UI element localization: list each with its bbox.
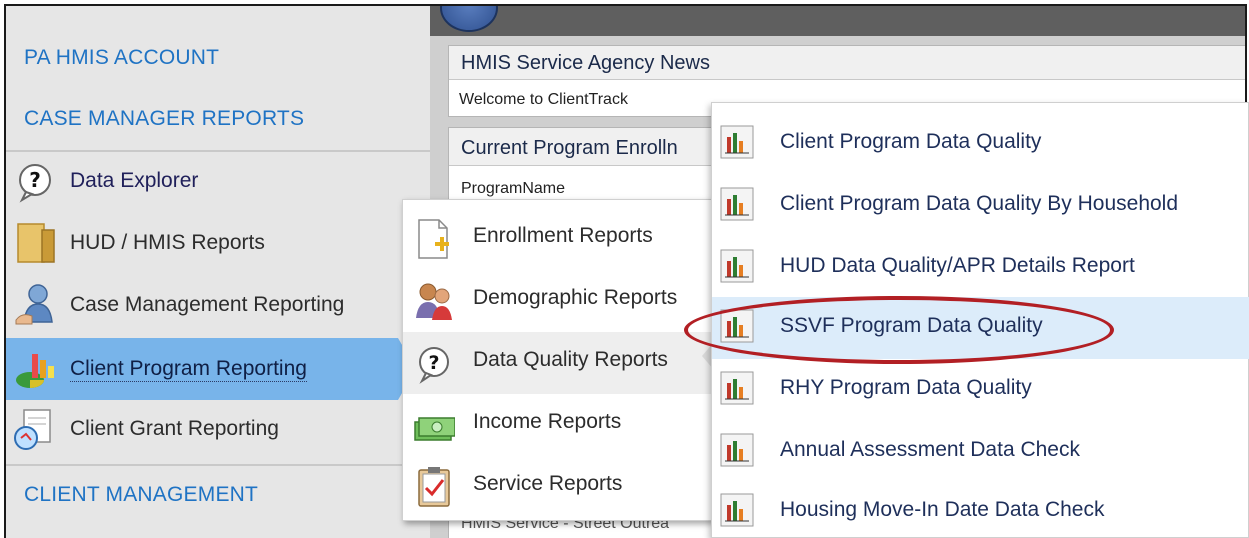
sidebar: PA HMIS ACCOUNT CASE MANAGER REPORTS ? D… <box>6 6 430 538</box>
column-header-program-name[interactable]: ProgramName <box>461 180 565 198</box>
report-item-client-program-data-quality[interactable]: Client Program Data Quality <box>712 113 1249 175</box>
sidebar-item-case-management-reporting[interactable]: Case Management Reporting <box>6 274 430 336</box>
bar-chart-icon <box>720 433 754 467</box>
news-title: HMIS Service Agency News <box>449 46 1245 80</box>
sidebar-heading-case-manager-reports[interactable]: CASE MANAGER REPORTS <box>24 107 304 131</box>
report-item-label: Client Program Data Quality <box>780 130 1042 153</box>
bar-chart-icon <box>720 249 754 283</box>
report-item-label: SSVF Program Data Quality <box>780 314 1043 337</box>
sidebar-item-data-explorer[interactable]: ? Data Explorer <box>6 150 430 212</box>
submenu-item-demographic-reports[interactable]: Demographic Reports <box>403 270 713 332</box>
submenu-item-data-quality-reports[interactable]: ? Data Quality Reports <box>403 332 713 394</box>
bar-chart-icon <box>720 493 754 527</box>
pie-chart-icon <box>16 354 54 388</box>
submenu-item-service-reports[interactable]: Service Reports <box>403 456 713 518</box>
sidebar-item-label: Client Program Reporting <box>70 356 307 382</box>
sidebar-item-client-grant-reporting[interactable]: Client Grant Reporting <box>6 398 430 460</box>
submenu-item-enrollment-reports[interactable]: Enrollment Reports <box>403 208 713 270</box>
report-menu: Client Program Data Quality Client Progr… <box>711 102 1249 538</box>
money-icon <box>414 417 455 441</box>
bar-chart-icon <box>720 309 754 343</box>
question-bubble-icon: ? <box>19 164 51 203</box>
report-item-label: HUD Data Quality/APR Details Report <box>780 254 1135 277</box>
report-item-label: RHY Program Data Quality <box>780 376 1032 399</box>
sidebar-item-label: Case Management Reporting <box>70 293 345 316</box>
data-quality-submenu: Enrollment Reports Demographic Reports ?… <box>402 199 713 521</box>
sidebar-heading-client-management[interactable]: CLIENT MANAGEMENT <box>24 483 258 507</box>
report-item-label: Housing Move-In Date Data Check <box>780 498 1105 521</box>
question-bubble-icon: ? <box>419 347 449 384</box>
folder-icon <box>17 223 55 263</box>
document-add-icon <box>418 219 449 259</box>
people-icon <box>416 283 452 320</box>
sidebar-item-label: Client Grant Reporting <box>70 417 279 440</box>
report-item-ssvf-program-data-quality[interactable]: SSVF Program Data Quality <box>712 297 1249 359</box>
report-item-label: Client Program Data Quality By Household <box>780 192 1179 215</box>
sidebar-item-label: HUD / HMIS Reports <box>70 231 265 254</box>
report-item-client-program-data-quality-by-household[interactable]: Client Program Data Quality By Household <box>712 175 1249 237</box>
sidebar-item-client-program-reporting[interactable]: Client Program Reporting <box>6 338 416 400</box>
news-body: Welcome to ClientTrack <box>459 91 628 108</box>
sidebar-divider <box>6 464 430 466</box>
submenu-item-label: Service Reports <box>473 472 623 495</box>
sidebar-item-hud-hmis-reports[interactable]: HUD / HMIS Reports <box>6 212 430 274</box>
bar-chart-icon <box>720 371 754 405</box>
grant-report-icon <box>14 409 51 450</box>
bar-chart-icon <box>720 187 754 221</box>
sidebar-item-label: Data Explorer <box>70 169 199 192</box>
svg-text:?: ? <box>428 352 439 374</box>
person-handshake-icon <box>15 284 53 325</box>
submenu-item-income-reports[interactable]: Income Reports <box>403 394 713 456</box>
bar-chart-icon <box>720 125 754 159</box>
clipboard-check-icon <box>418 467 450 507</box>
report-item-housing-move-in-date-data-check[interactable]: Housing Move-In Date Data Check <box>712 481 1249 538</box>
report-item-annual-assessment-data-check[interactable]: Annual Assessment Data Check <box>712 421 1249 483</box>
report-item-rhy-program-data-quality[interactable]: RHY Program Data Quality <box>712 359 1249 421</box>
submenu-item-label: Demographic Reports <box>473 286 678 309</box>
top-bar <box>430 6 1245 36</box>
submenu-item-label: Enrollment Reports <box>473 224 653 247</box>
submenu-item-label: Income Reports <box>473 410 622 433</box>
report-item-hud-data-quality-apr-details[interactable]: HUD Data Quality/APR Details Report <box>712 237 1249 299</box>
logo-orb <box>440 6 498 32</box>
report-item-label: Annual Assessment Data Check <box>780 438 1080 461</box>
sidebar-heading-account[interactable]: PA HMIS ACCOUNT <box>24 46 219 70</box>
svg-text:?: ? <box>29 168 41 192</box>
submenu-item-label: Data Quality Reports <box>473 348 668 371</box>
